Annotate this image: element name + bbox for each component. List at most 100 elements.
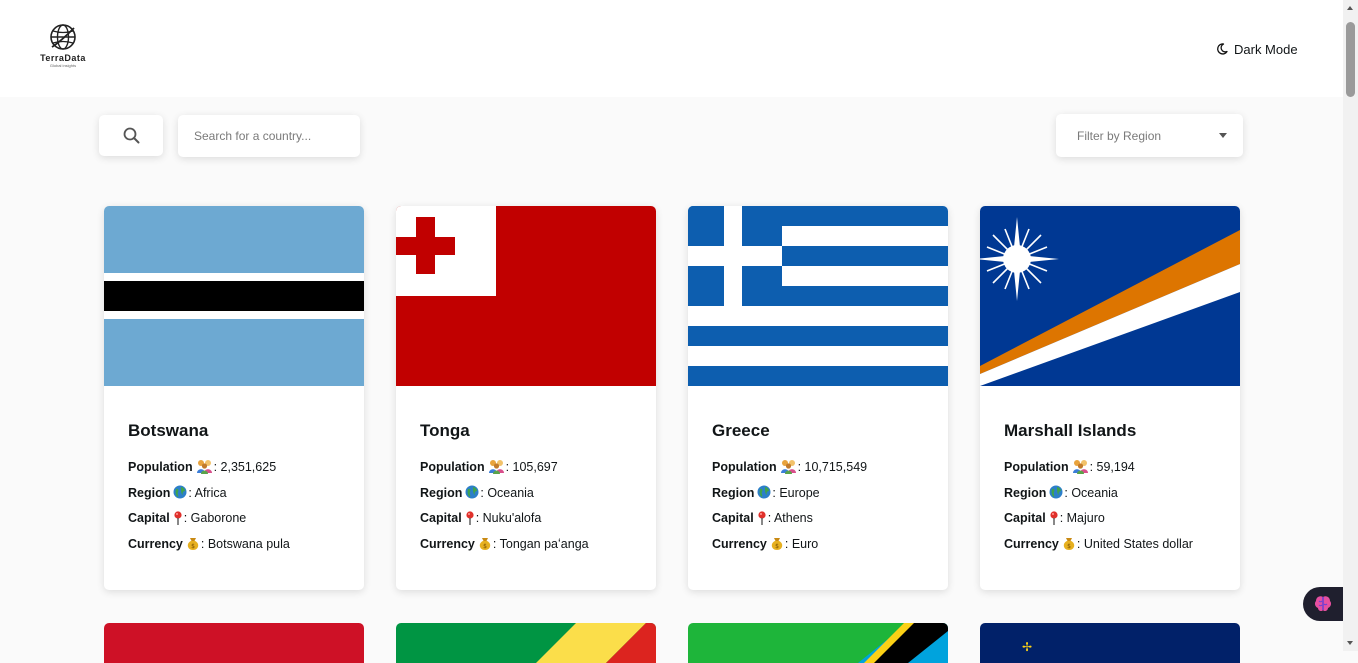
country-card[interactable]: Tonga Population: 105,697 Region: Oceani… [396, 206, 656, 590]
money-bag-icon [479, 538, 491, 551]
assistant-widget-button[interactable] [1303, 587, 1343, 621]
population-row: Population: 10,715,549 [712, 460, 868, 475]
country-card-partial[interactable] [104, 623, 364, 663]
region-value: Oceania [487, 485, 534, 500]
brain-icon [1314, 596, 1332, 612]
country-name: Marshall Islands [1004, 421, 1137, 440]
region-label: Region [1004, 485, 1047, 500]
globe-icon [173, 485, 187, 499]
country-name: Tonga [420, 421, 470, 440]
country-card-partial[interactable]: ✢ [980, 623, 1240, 663]
population-label: Population [420, 460, 485, 474]
population-value: 105,697 [512, 460, 558, 474]
currency-label: Currency [1004, 536, 1059, 551]
people-icon [1072, 460, 1088, 475]
currency-row: Currency: Botswana pula [128, 536, 290, 551]
country-card-partial[interactable] [396, 623, 656, 663]
currency-label: Currency [420, 536, 475, 551]
tonga-flag [396, 206, 656, 386]
region-label: Region [712, 485, 755, 500]
country-name: Botswana [128, 421, 209, 440]
population-label: Population [712, 460, 777, 474]
congo-flag [396, 623, 656, 663]
capital-value: Athens [773, 511, 813, 525]
people-icon [488, 460, 504, 475]
currency-label: Currency [712, 536, 767, 551]
scroll-down-arrow-icon[interactable] [1347, 641, 1353, 645]
currency-value: Tongan paʻanga [499, 536, 589, 551]
blue-flag: ✢ [980, 623, 1240, 663]
capital-value: Gaborone [190, 511, 247, 525]
red-flag [104, 623, 364, 663]
search-button[interactable] [99, 115, 163, 156]
money-bag-icon [187, 538, 199, 551]
region-row: Region: Oceania [1004, 485, 1118, 500]
population-row: Population: 2,351,625 [128, 460, 277, 475]
country-card[interactable]: Marshall Islands Population: 59,194 Regi… [980, 206, 1240, 590]
scrollbar-thumb[interactable] [1346, 22, 1355, 97]
logo[interactable]: TerraData Global insights [36, 22, 90, 72]
currency-label: Currency [128, 536, 183, 551]
people-icon [196, 460, 212, 475]
pin-icon [174, 511, 182, 525]
globe-icon [465, 485, 479, 499]
region-label: Region [420, 485, 463, 500]
currency-row: Currency: Euro [712, 536, 819, 551]
capital-label: Capital [712, 511, 754, 525]
search-icon [123, 127, 139, 144]
currency-value: Euro [791, 536, 819, 551]
region-row: Region: Oceania [420, 485, 534, 500]
region-label: Region [128, 485, 171, 500]
pin-icon [1050, 511, 1058, 525]
money-bag-icon [1063, 538, 1075, 551]
globe-logo-icon [50, 24, 76, 50]
region-filter-select[interactable]: Filter by Region [1056, 114, 1243, 157]
currency-row: Currency: United States dollar [1004, 536, 1193, 551]
population-row: Population: 59,194 [1004, 460, 1135, 475]
population-value: 59,194 [1096, 460, 1135, 474]
region-value: Africa [194, 485, 227, 500]
population-label: Population [1004, 460, 1069, 474]
country-card-partial[interactable] [688, 623, 948, 663]
capital-row: Capital: Nuku'alofa [420, 511, 542, 525]
currency-row: Currency: Tongan paʻanga [420, 536, 589, 551]
population-row: Population: 105,697 [420, 460, 558, 475]
capital-label: Capital [1004, 511, 1046, 525]
logo-name: TerraData [40, 53, 86, 63]
caret-down-icon [1219, 133, 1227, 138]
capital-row: Capital: Athens [712, 511, 813, 525]
greece-flag [688, 206, 948, 386]
tanzania-flag [688, 623, 948, 663]
pin-icon [758, 511, 766, 525]
moon-icon [1217, 43, 1228, 55]
country-name: Greece [712, 421, 770, 440]
capital-row: Capital: Majuro [1004, 511, 1105, 525]
svg-text:✢: ✢ [1022, 640, 1032, 654]
capital-value: Majuro [1066, 511, 1105, 525]
region-value: Europe [779, 485, 820, 500]
capital-label: Capital [420, 511, 462, 525]
botswana-flag [104, 206, 364, 386]
country-card[interactable]: Greece Population: 10,715,549 Region: Eu… [688, 206, 948, 590]
capital-value: Nuku'alofa [482, 511, 542, 525]
region-row: Region: Europe [712, 485, 820, 500]
vertical-scrollbar[interactable] [1343, 0, 1358, 651]
globe-icon [1049, 485, 1063, 499]
dark-mode-toggle[interactable]: Dark Mode [1216, 40, 1298, 58]
globe-icon [757, 485, 771, 499]
logo-tagline: Global insights [49, 63, 77, 68]
region-value: Oceania [1071, 485, 1118, 500]
marshall-islands-flag [980, 206, 1240, 386]
region-row: Region: Africa [128, 485, 227, 500]
scroll-up-arrow-icon[interactable] [1347, 6, 1353, 10]
country-card[interactable]: Botswana Population: 2,351,625 Region: A… [104, 206, 364, 590]
capital-label: Capital [128, 511, 170, 525]
app-header: TerraData Global insights Dark Mode [0, 0, 1343, 97]
money-bag-icon [771, 538, 783, 551]
population-value: 10,715,549 [804, 460, 868, 474]
dark-mode-label: Dark Mode [1234, 41, 1298, 57]
currency-value: United States dollar [1083, 536, 1193, 551]
pin-icon [466, 511, 474, 525]
region-filter-label: Filter by Region [1077, 128, 1162, 143]
search-input[interactable] [178, 115, 360, 157]
